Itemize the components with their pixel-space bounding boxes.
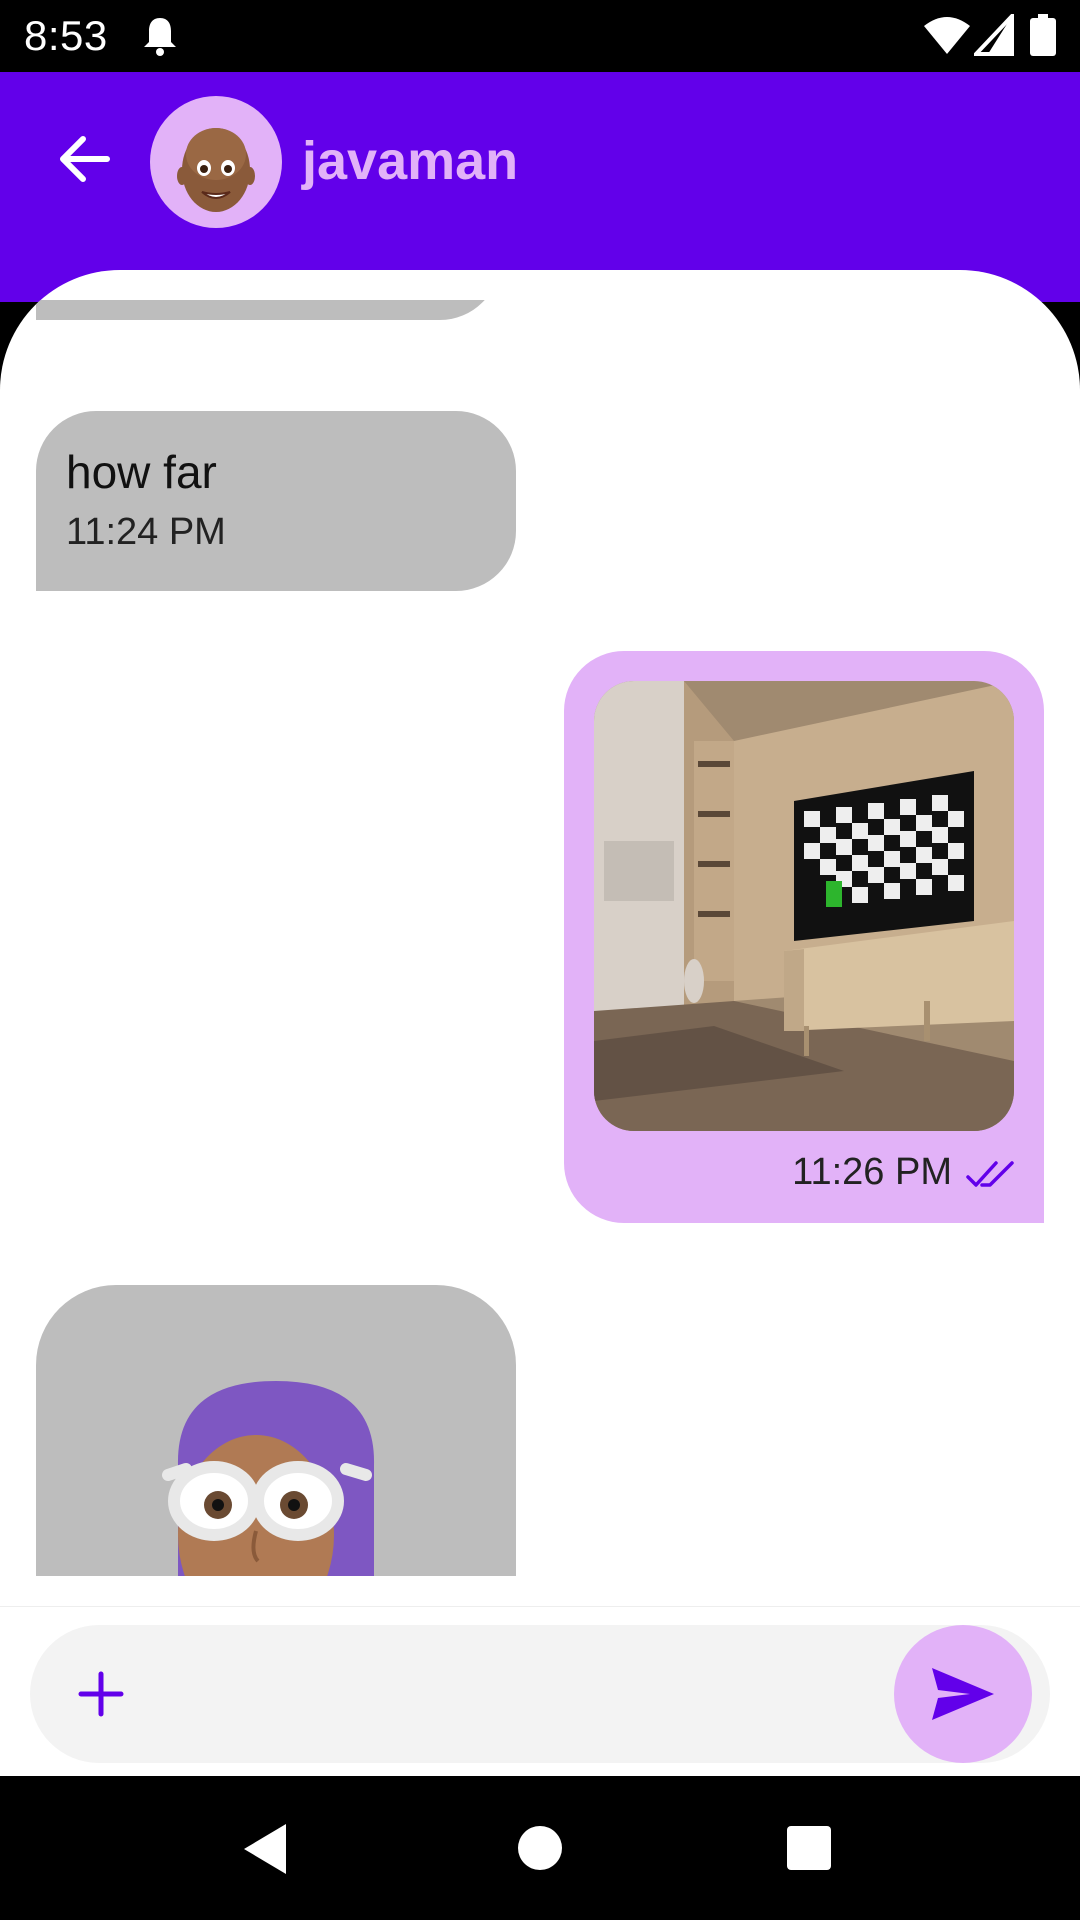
message-time: 11:26 PM: [792, 1151, 952, 1193]
attach-button[interactable]: [66, 1659, 136, 1729]
message-bubble-partial[interactable]: [36, 300, 500, 320]
nav-back-icon[interactable]: [240, 1822, 290, 1876]
message-photo[interactable]: [594, 681, 1014, 1131]
message-text: how far: [66, 446, 217, 498]
chat-area[interactable]: how far 11:24 PM 11:26 PM: [0, 270, 1080, 1606]
send-icon: [932, 1668, 994, 1720]
memoji-avatar: [177, 128, 255, 212]
signal-icon: [974, 14, 1014, 56]
incoming-message[interactable]: how far 11:24 PM: [36, 411, 516, 591]
system-nav-bar: [0, 1776, 1080, 1920]
back-button[interactable]: [50, 124, 120, 194]
double-check-icon: [966, 1161, 1014, 1187]
composer: [30, 1625, 1050, 1763]
wifi-icon: [924, 17, 970, 54]
send-button[interactable]: [894, 1625, 1032, 1763]
nav-recents-icon[interactable]: [787, 1826, 831, 1870]
memoji-sticker: [162, 1381, 375, 1576]
plus-icon: [78, 1671, 124, 1717]
composer-bar: [0, 1606, 1080, 1776]
notification-bell-icon: [144, 18, 176, 56]
incoming-message[interactable]: [36, 1285, 516, 1576]
message-list[interactable]: how far 11:24 PM 11:26 PM: [0, 300, 1080, 1576]
status-time: 8:53: [24, 12, 108, 59]
avatar[interactable]: [150, 96, 282, 228]
arrow-left-icon: [60, 136, 110, 182]
app-bar: javaman: [0, 72, 1080, 302]
nav-home-icon[interactable]: [518, 1826, 562, 1870]
battery-icon: [1030, 14, 1056, 56]
outgoing-message[interactable]: 11:26 PM: [564, 651, 1044, 1223]
status-bar: 8:53: [0, 0, 1080, 72]
living-room-photo: [594, 681, 1014, 1131]
contact-name[interactable]: javaman: [302, 130, 518, 192]
message-time: 11:24 PM: [66, 511, 226, 553]
message-input[interactable]: [160, 1655, 900, 1733]
